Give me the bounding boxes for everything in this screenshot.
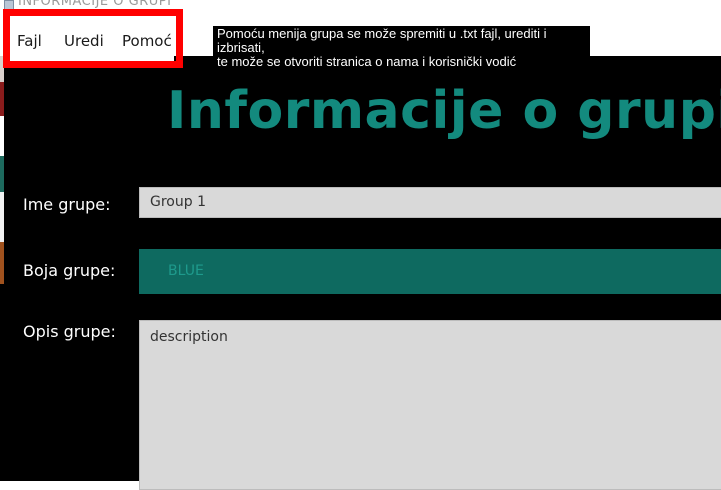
menu-file[interactable]: Fajl: [17, 32, 42, 50]
annotation-line-1: Pomoću menija grupa se može spremiti u .…: [217, 26, 547, 55]
window-title: INFORMACIJE O GRUPI: [18, 0, 172, 9]
group-name-label: Ime grupe:: [23, 195, 111, 214]
group-description-label: Opis grupe:: [23, 322, 116, 341]
group-name-field[interactable]: Group 1: [139, 187, 721, 218]
group-color-label: Boja grupe:: [23, 261, 116, 280]
menu-edit[interactable]: Uredi: [64, 32, 104, 50]
window-titlebar: INFORMACIJE O GRUPI: [0, 0, 721, 12]
menu-help[interactable]: Pomoć: [122, 32, 172, 50]
group-color-picker[interactable]: BLUE: [139, 249, 721, 294]
annotation-line-2: te može se otvoriti stranica o nama i ko…: [217, 54, 517, 69]
page-title: Informacije o grupi: [167, 81, 721, 141]
annotation-note: Pomoću menija grupa se može spremiti u .…: [213, 26, 590, 69]
group-info-panel: Informacije o grupi Ime grupe: Group 1 B…: [4, 56, 721, 490]
menu-bar: Fajl Uredi Pomoć: [6, 20, 174, 64]
group-description-field[interactable]: description: [139, 320, 721, 490]
app-icon: [4, 0, 14, 10]
